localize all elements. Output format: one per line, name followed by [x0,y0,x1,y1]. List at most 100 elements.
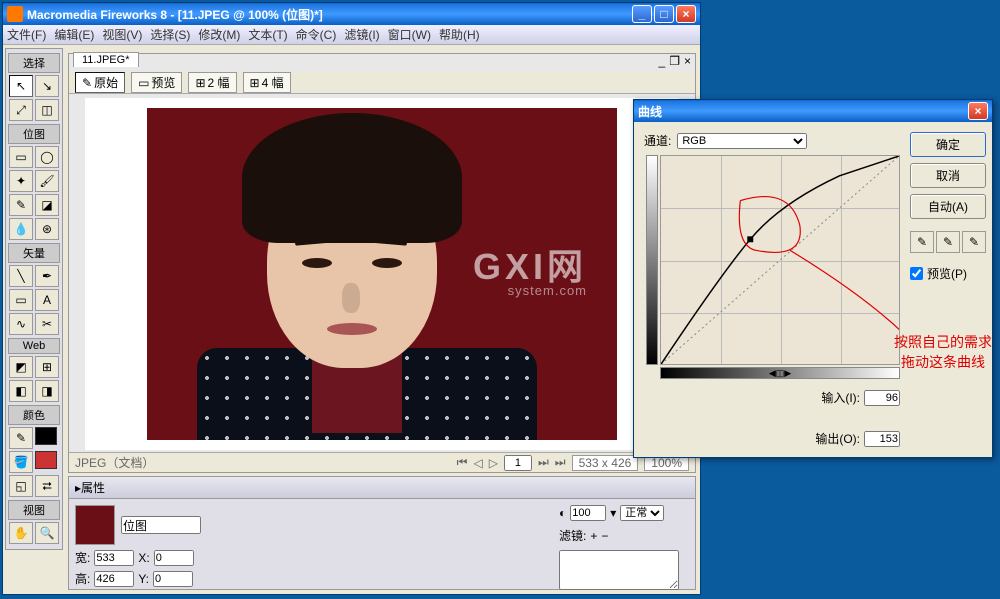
brush-tool[interactable]: 🖌 [35,170,59,192]
opacity-input[interactable] [570,505,606,521]
curves-titlebar[interactable]: 曲线 × [634,100,992,122]
doc-minimize[interactable]: _ [659,54,666,68]
curves-dialog: 曲线 × 通道: RGB [633,99,993,458]
gray-point-icon[interactable]: ✎ [936,231,960,253]
crop-tool[interactable]: ◫ [35,99,59,121]
main-window: Macromedia Fireworks 8 - [11.JPEG @ 100%… [2,2,701,595]
cancel-button[interactable]: 取消 [910,163,986,188]
slice-tool[interactable]: ⊞ [35,356,59,378]
menu-window[interactable]: 窗口(W) [388,26,431,43]
close-button[interactable]: × [676,5,696,23]
y-input[interactable] [153,571,193,587]
tab-preview[interactable]: ▭预览 [131,72,182,93]
minimize-button[interactable]: _ [632,5,652,23]
eyedropper-fill[interactable]: 🪣 [9,451,33,473]
stamp-tool[interactable]: ⊛ [35,218,59,240]
preview-check-input[interactable] [910,267,923,280]
curves-title: 曲线 [638,103,968,120]
knife-tool[interactable]: ✂ [35,313,59,335]
scale-tool[interactable]: ⤢ [9,99,33,121]
show-tool[interactable]: ◨ [35,380,59,402]
menu-help[interactable]: 帮助(H) [439,26,480,43]
menu-select[interactable]: 选择(S) [150,26,190,43]
menu-commands[interactable]: 命令(C) [296,26,337,43]
rect-tool[interactable]: ▭ [9,289,33,311]
menu-filters[interactable]: 滤镜(I) [344,26,379,43]
menu-text[interactable]: 文本(T) [248,26,287,43]
canvas[interactable]: GXI网 system.com [85,98,679,450]
nav-last-icon[interactable]: ⏭ [555,455,566,470]
ok-button[interactable]: 确定 [910,132,986,157]
lasso-tool[interactable]: ◯ [35,146,59,168]
page-input[interactable] [504,455,532,471]
add-filter-icon[interactable]: + [590,529,597,543]
format-label: JPEG（文档） [75,454,154,471]
maximize-button[interactable]: □ [654,5,674,23]
tool-palette: 选择 ↖ ↘ ⤢ ◫ 位图 ▭ ◯ ✦ 🖌 ✎ ◪ 💧 ⊛ 矢量 ╲ ✒ ▭ A… [5,48,63,550]
wand-tool[interactable]: ✦ [9,170,33,192]
subselect-tool[interactable]: ↘ [35,75,59,97]
photo-portrait: GXI网 system.com [147,108,617,440]
object-type[interactable] [121,516,201,534]
app-title: Macromedia Fireworks 8 - [11.JPEG @ 100%… [27,6,632,23]
tab-original[interactable]: ✎原始 [75,72,125,93]
nav-play-icon[interactable]: ▷ [489,456,498,470]
watermark-sub: system.com [508,283,587,298]
doc-restore[interactable]: ❐ [669,54,680,68]
input-value[interactable] [864,390,900,406]
output-value[interactable] [864,431,900,447]
eyedropper-stroke[interactable]: ✎ [9,427,33,449]
properties-header[interactable]: ▸ 属性 [69,477,695,499]
tab-4up[interactable]: ⊞4 幅 [243,72,291,93]
pointer-tool[interactable]: ↖ [9,75,33,97]
freeform-tool[interactable]: ∿ [9,313,33,335]
zoom-tool[interactable]: 🔍 [35,522,59,544]
curves-close-button[interactable]: × [968,102,988,120]
h-label: 高: [75,570,90,587]
nav-prev-icon[interactable]: ◁ [473,456,482,470]
pen-tool[interactable]: ✒ [35,265,59,287]
blend-select[interactable]: 正常 [620,505,664,521]
curve-graph[interactable] [660,155,900,365]
pencil-tool[interactable]: ✎ [9,194,33,216]
w-input[interactable] [94,550,134,566]
y-label: Y: [138,572,149,586]
blur-tool[interactable]: 💧 [9,218,33,240]
palette-web-hdr: Web [8,338,60,354]
hide-tool[interactable]: ◧ [9,380,33,402]
doc-close[interactable]: × [684,54,691,68]
fill-color[interactable] [35,451,57,469]
x-input[interactable] [154,550,194,566]
h-input[interactable] [94,571,134,587]
eraser-tool[interactable]: ◪ [35,194,59,216]
filters-list[interactable] [559,550,679,590]
input-label: 输入(I): [821,389,860,406]
remove-filter-icon[interactable]: − [601,529,608,543]
text-tool[interactable]: A [35,289,59,311]
input-gradient: ◀◫▶ [660,367,900,379]
control-point [747,236,753,242]
hand-tool[interactable]: ✋ [9,522,33,544]
swap-colors[interactable]: ⮂ [35,475,59,497]
dims-display: 533 x 426 [572,455,639,471]
menu-view[interactable]: 视图(V) [102,26,142,43]
stroke-color[interactable] [35,427,57,445]
nav-first-icon[interactable]: ⏮ [457,455,468,470]
menu-file[interactable]: 文件(F) [7,26,46,43]
menu-edit[interactable]: 编辑(E) [54,26,94,43]
doc-statusbar: JPEG（文档） ⏮ ◁ ▷ ⏭ ⏭ 533 x 426 100% [69,452,695,472]
default-colors[interactable]: ◱ [9,475,33,497]
line-tool[interactable]: ╲ [9,265,33,287]
white-point-icon[interactable]: ✎ [962,231,986,253]
marquee-tool[interactable]: ▭ [9,146,33,168]
black-point-icon[interactable]: ✎ [910,231,934,253]
hotspot-tool[interactable]: ◩ [9,356,33,378]
preview-checkbox[interactable]: 预览(P) [910,265,986,282]
auto-button[interactable]: 自动(A) [910,194,986,219]
tab-2up[interactable]: ⊞2 幅 [188,72,236,93]
channel-select[interactable]: RGB [677,133,807,149]
nav-next-icon[interactable]: ⏭ [538,455,549,470]
menu-modify[interactable]: 修改(M) [198,26,240,43]
w-label: 宽: [75,549,90,566]
document-tab[interactable]: 11.JPEG* [73,52,139,67]
